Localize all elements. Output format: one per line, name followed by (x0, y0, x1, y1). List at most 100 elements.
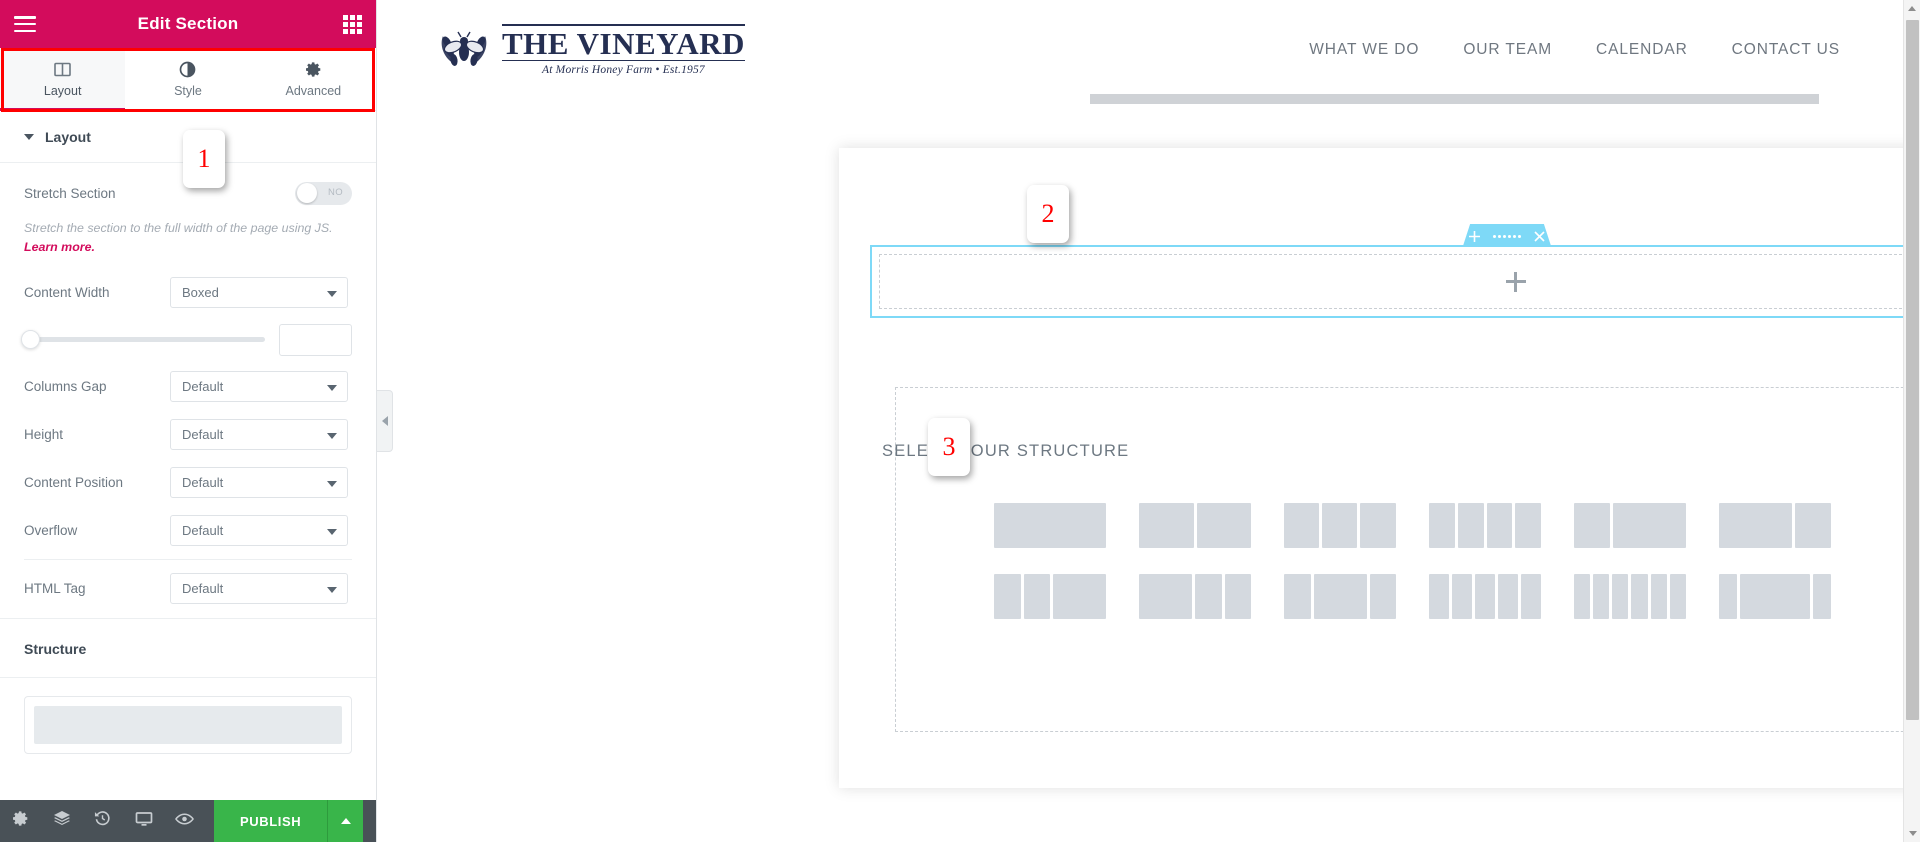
panel-title: Edit Section (137, 14, 239, 33)
overflow-label: Overflow (24, 523, 78, 539)
structure-preset-row (994, 503, 1920, 548)
preset-1-column[interactable] (994, 503, 1106, 548)
height-select[interactable]: Default (170, 419, 348, 451)
page-scrollbar[interactable] (1903, 0, 1920, 842)
preset-17-66-17[interactable] (1719, 574, 1831, 619)
content-position-value: Default (182, 475, 224, 491)
chevron-down-icon (327, 291, 337, 298)
chevron-down-icon (24, 133, 34, 140)
logo-title: THE VINEYARD (502, 24, 745, 61)
scroll-down-button[interactable] (1904, 825, 1920, 842)
monitor-icon (135, 810, 153, 833)
new-section-block (870, 245, 1920, 318)
settings-button[interactable] (0, 800, 41, 842)
preset-67-33[interactable] (1719, 503, 1831, 548)
content-width-slider[interactable] (21, 330, 265, 350)
responsive-button[interactable] (123, 800, 164, 842)
gear-icon (12, 810, 29, 832)
nav-item-calendar[interactable]: CALENDAR (1596, 41, 1688, 59)
panel-tabs: Layout Style Advanced (0, 48, 376, 111)
delete-section-button[interactable] (1534, 231, 1545, 242)
preset-25-50-25[interactable] (1284, 574, 1396, 619)
dots-grid-icon[interactable] (1493, 235, 1521, 238)
structure-preset-row (994, 574, 1920, 619)
logo-text: THE VINEYARD At Morris Honey Farm • Est.… (502, 24, 745, 76)
html-tag-row: HTML Tag Default (24, 560, 352, 618)
scroll-up-button[interactable] (1904, 0, 1920, 17)
structure-section-title: Structure (0, 617, 376, 678)
columns-icon (54, 61, 71, 79)
content-position-label: Content Position (24, 475, 124, 491)
preset-5-columns[interactable] (1429, 574, 1541, 619)
stretch-section-label: Stretch Section (24, 185, 116, 201)
nav-item-what-we-do[interactable]: WHAT WE DO (1309, 41, 1419, 59)
learn-more-link[interactable]: Learn more. (24, 240, 95, 254)
panel-bottom-toolbar: PUBLISH (0, 800, 376, 842)
chevron-down-icon (327, 481, 337, 488)
preset-3-columns[interactable] (1284, 503, 1397, 548)
overflow-select[interactable]: Default (170, 515, 348, 547)
structure-preview-bar (34, 705, 342, 744)
preset-4-columns[interactable] (1429, 503, 1541, 548)
tab-advanced[interactable]: Advanced (250, 48, 376, 110)
scrollbar-thumb[interactable] (1906, 20, 1919, 720)
html-tag-value: Default (182, 581, 224, 597)
chevron-left-icon (381, 416, 388, 426)
tab-advanced-label: Advanced (285, 83, 342, 98)
columns-gap-row: Columns Gap Default (24, 363, 352, 411)
eye-icon (175, 812, 194, 831)
html-tag-label: HTML Tag (24, 581, 86, 597)
stretch-description-text: Stretch the section to the full width of… (24, 221, 333, 235)
html-tag-select[interactable]: Default (170, 573, 348, 605)
add-section-button[interactable] (1469, 231, 1480, 242)
navigator-button[interactable] (41, 800, 82, 842)
structure-presets (994, 503, 1920, 619)
content-width-input[interactable] (279, 323, 352, 356)
preview-button[interactable] (164, 800, 205, 842)
history-button[interactable] (82, 800, 123, 842)
toggle-value: NO (327, 186, 343, 198)
structure-preview-card[interactable] (24, 695, 352, 754)
structure-chooser (895, 387, 1920, 732)
callout-3: 3 (928, 418, 970, 476)
chevron-down-icon (327, 433, 337, 440)
publish-button[interactable]: PUBLISH (214, 800, 328, 842)
gear-icon (305, 61, 322, 79)
tab-style[interactable]: Style (125, 48, 251, 110)
nav-item-contact-us[interactable]: CONTACT US (1732, 41, 1840, 59)
hamburger-icon[interactable] (14, 16, 36, 32)
grid-icon[interactable] (343, 14, 362, 34)
preset-25-25-50[interactable] (994, 574, 1106, 619)
elementor-panel: Edit Section Layout Style Advanced Layou… (0, 0, 377, 842)
preset-2-columns[interactable] (1139, 503, 1251, 548)
callout-2: 2 (1027, 185, 1069, 243)
tab-layout-label: Layout (43, 83, 82, 98)
bee-laurel-icon (435, 22, 493, 78)
publish-options-button[interactable] (327, 800, 364, 842)
content-position-select[interactable]: Default (170, 467, 348, 499)
site-header: THE VINEYARD At Morris Honey Farm • Est.… (377, 0, 1920, 104)
layers-icon (53, 810, 71, 833)
structure-chooser-title: SELECT YOUR STRUCTURE (882, 442, 1130, 460)
editor-app: Edit Section Layout Style Advanced Layou… (0, 0, 1920, 842)
columns-gap-select[interactable]: Default (170, 371, 348, 403)
add-new-section-dropzone[interactable] (879, 254, 1920, 309)
tab-style-label: Style (174, 83, 202, 98)
content-width-select[interactable]: Boxed (170, 277, 348, 309)
chevron-down-icon (327, 385, 337, 392)
history-icon (94, 810, 111, 832)
panel-collapse-button[interactable] (377, 390, 393, 452)
nav-item-our-team[interactable]: OUR TEAM (1463, 41, 1552, 59)
stretch-section-toggle[interactable]: NO (295, 181, 352, 205)
panel-header: Edit Section (0, 0, 376, 48)
content-position-row: Content Position Default (24, 459, 352, 507)
slider-knob[interactable] (21, 330, 40, 350)
plus-icon (1505, 271, 1526, 292)
preset-33-67[interactable] (1574, 503, 1686, 548)
tab-layout[interactable]: Layout (0, 48, 126, 111)
preset-6-columns[interactable] (1574, 574, 1686, 619)
site-logo[interactable]: THE VINEYARD At Morris Honey Farm • Est.… (435, 22, 745, 78)
preset-50-25-25[interactable] (1139, 574, 1251, 619)
content-width-slider-row (21, 317, 352, 363)
callout-1: 1 (183, 130, 225, 188)
